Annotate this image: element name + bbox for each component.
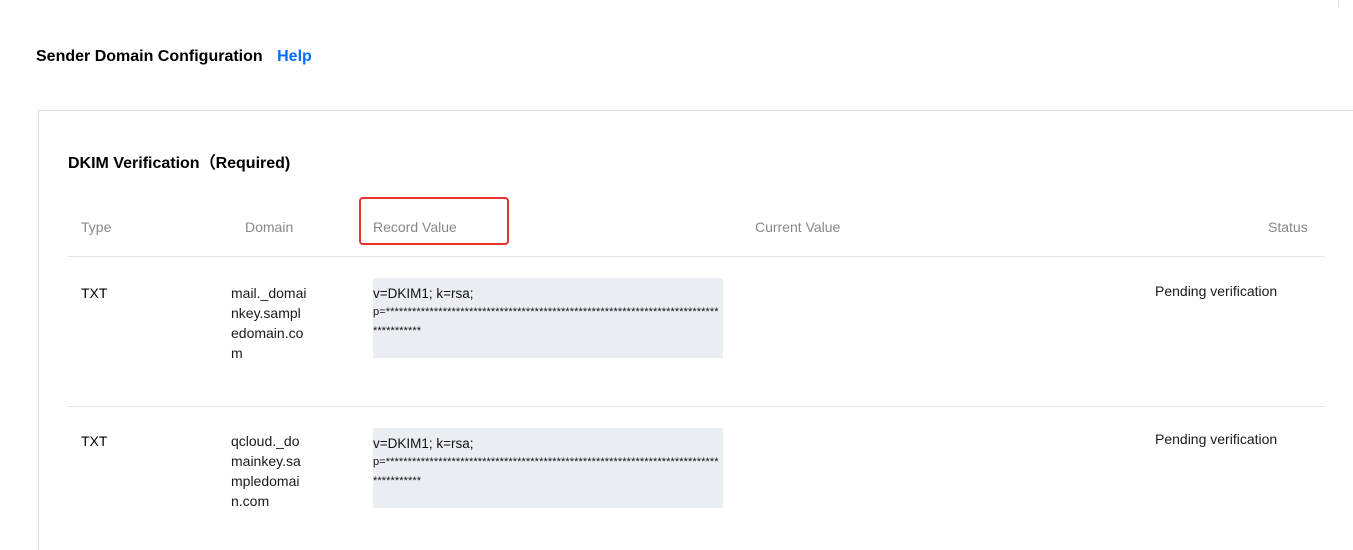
- row-1-record-line1: v=DKIM1; k=rsa;: [373, 286, 474, 301]
- row-1-record-line2: p=**************************************…: [373, 306, 719, 337]
- row-2-status: Pending verification: [1155, 431, 1278, 447]
- row-2-record-line1: v=DKIM1; k=rsa;: [373, 436, 474, 451]
- row-1-status: Pending verification: [1155, 283, 1278, 299]
- column-header-domain: Domain: [245, 219, 294, 235]
- section-header: Sender Domain Configuration Help: [36, 48, 312, 66]
- row-2-record-value[interactable]: v=DKIM1; k=rsa; p=**********************…: [373, 428, 723, 508]
- row-2-record-line2: p=**************************************…: [373, 456, 719, 487]
- row-divider: [68, 406, 1325, 407]
- row-1-type: TXT: [81, 285, 108, 301]
- help-link[interactable]: Help: [277, 48, 312, 65]
- column-header-type: Type: [81, 219, 112, 235]
- top-divider: [1338, 0, 1339, 8]
- dkim-section-title: DKIM Verification（Required): [68, 155, 291, 172]
- row-2-domain: qcloud._domainkey.sampledomain.com: [231, 433, 301, 509]
- row-1-record-value[interactable]: v=DKIM1; k=rsa; p=**********************…: [373, 278, 723, 358]
- dkim-panel: DKIM Verification（Required) Type Domain …: [38, 110, 1353, 550]
- column-header-current-value: Current Value: [755, 219, 841, 235]
- header-divider: [68, 256, 1325, 257]
- row-2-type: TXT: [81, 433, 108, 449]
- record-value-highlight: [359, 197, 509, 245]
- page-title: Sender Domain Configuration: [36, 48, 263, 65]
- column-header-status: Status: [1268, 219, 1308, 235]
- row-1-domain: mail._domainkey.sampledomain.com: [231, 285, 307, 361]
